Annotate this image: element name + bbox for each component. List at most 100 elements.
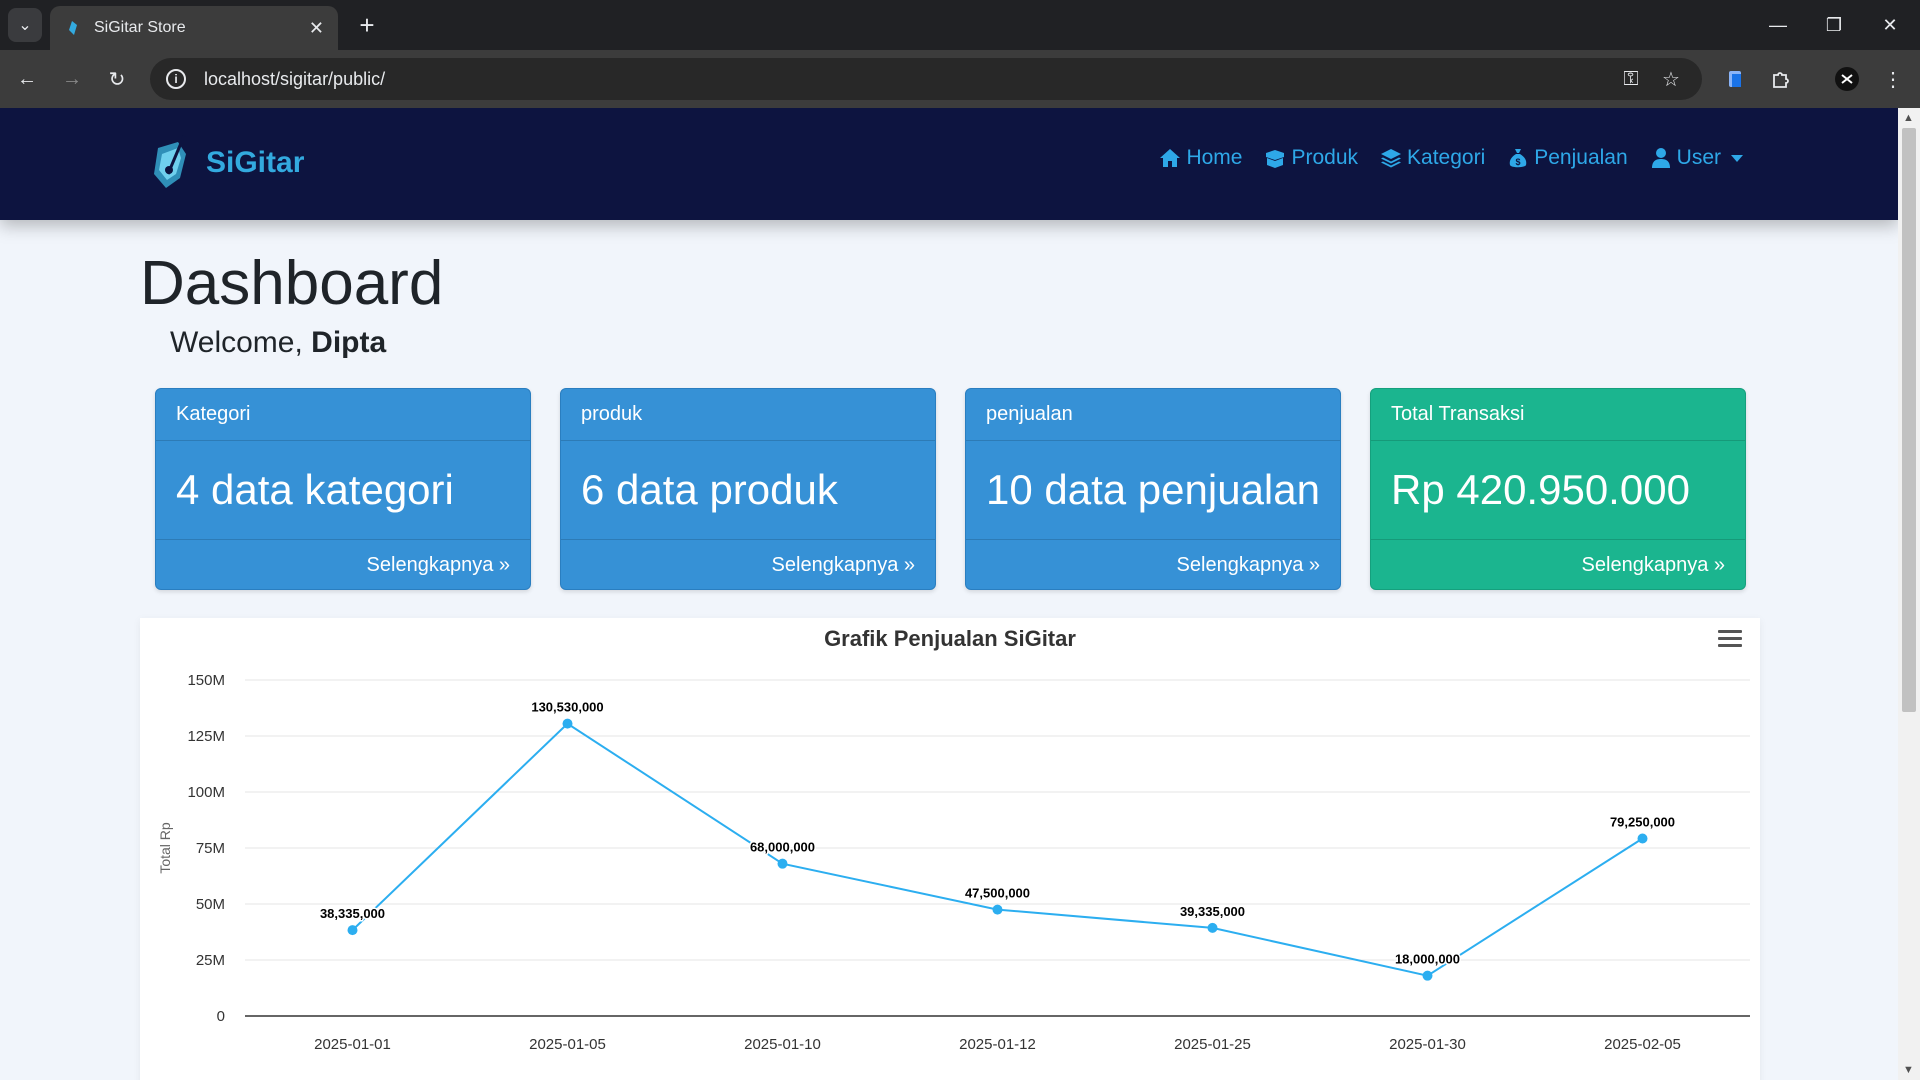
chart-title: Grafik Penjualan SiGitar [824,626,1076,651]
data-label: 79,250,000 [1610,814,1675,829]
x-tick-label: 2025-01-10 [744,1036,821,1053]
data-label: 47,500,000 [965,886,1030,901]
new-tab-button[interactable]: + [352,10,382,40]
scroll-up-arrow-icon[interactable]: ▲ [1903,112,1914,124]
x-tick-label: 2025-01-01 [314,1036,391,1053]
scrollbar-thumb[interactable] [1902,128,1916,712]
nav-item-label: Penjualan [1534,146,1628,169]
star-icon[interactable]: ☆ [1658,66,1684,92]
browser-tab[interactable]: SiGitar Store ✕ [50,6,338,50]
data-point [347,925,358,936]
card-total-transaksi: Total Transaksi Rp 420.950.000 Selengkap… [1370,388,1746,590]
site-info-icon[interactable]: i [166,69,186,89]
welcome-message: Welcome, Dipta [170,326,386,360]
close-tab-icon[interactable]: ✕ [309,18,324,39]
data-label: 39,335,000 [1180,904,1245,919]
user-icon [1651,148,1670,168]
card-penjualan: penjualan 10 data penjualan Selengkapnya… [965,388,1341,590]
card-more-link[interactable]: Selengkapnya » [1582,554,1725,577]
card-value: 10 data penjualan [986,466,1320,513]
chart-menu-icon[interactable] [1718,630,1742,650]
brand-name: SiGitar [206,146,305,179]
chevron-down-icon: ⌄ [18,17,32,34]
scroll-down-arrow-icon[interactable]: ▼ [1903,1064,1914,1076]
nav-item-label: Kategori [1407,146,1486,169]
nav-item-kategori[interactable]: Kategori [1380,146,1485,170]
card-value: Rp 420.950.000 [1391,466,1690,513]
data-point [777,858,788,869]
nav-menu: Home Produk Kategori $ Penjualan User [1137,146,1743,170]
series-line [351,722,1644,977]
x-tick-label: 2025-01-05 [529,1036,606,1053]
reload-icon: ↻ [108,68,126,91]
card-kategori: Kategori 4 data kategori Selengkapnya » [155,388,531,590]
back-arrow-icon: ← [17,67,37,90]
puzzle-icon[interactable] [1764,62,1798,96]
data-point [1637,833,1648,844]
nav-item-user-dropdown[interactable]: User [1650,146,1743,170]
favicon-icon [64,20,80,36]
y-tick-label: 150M [187,672,225,689]
data-label: 38,335,000 [320,906,385,921]
card-header: Kategori [156,389,530,441]
y-tick-label: 100M [187,784,225,801]
data-point [992,904,1003,915]
page-scrollbar[interactable]: ▲ ▼ [1898,108,1920,1080]
data-point [1207,922,1218,933]
url-text: localhost/sigitar/public/ [204,68,386,89]
minimize-button[interactable]: — [1750,0,1806,50]
data-label: 68,000,000 [750,840,815,855]
page-viewport: SiGitar Home Produk Kategori $ Penjualan… [0,108,1898,1080]
money-bag-icon: $ [1509,149,1527,168]
y-tick-label: 75M [196,840,225,857]
x-tick-label: 2025-01-30 [1389,1036,1466,1053]
card-header: Total Transaksi [1371,389,1745,441]
tab-title: SiGitar Store [94,19,186,36]
box-icon [1266,150,1285,168]
card-header: penjualan [966,389,1340,441]
restore-button[interactable]: ❐ [1806,0,1862,50]
nav-item-label: Home [1186,146,1243,169]
reload-button[interactable]: ↻ [100,62,134,96]
close-window-button[interactable]: ✕ [1862,0,1918,50]
card-more-link[interactable]: Selengkapnya » [772,554,915,577]
brand[interactable]: SiGitar [148,134,304,192]
extension-app-icon[interactable] [1718,62,1752,96]
welcome-user-name: Dipta [311,326,387,359]
nav-item-produk[interactable]: Produk [1264,146,1358,170]
nav-item-home[interactable]: Home [1159,146,1242,170]
nav-item-penjualan[interactable]: $ Penjualan [1507,146,1628,170]
x-tick-label: 2025-01-12 [959,1036,1036,1053]
card-header: produk [561,389,935,441]
key-icon[interactable]: ⚿ [1618,66,1644,92]
card-value: 4 data kategori [176,466,454,513]
back-button[interactable]: ← [10,62,44,96]
forward-arrow-icon: → [62,67,82,90]
svg-text:$: $ [1516,157,1521,167]
x-tick-label: 2025-01-25 [1174,1036,1251,1053]
data-label: 130,530,000 [531,700,603,715]
y-tick-label: 125M [187,728,225,745]
browser-menu-icon[interactable]: ⋮ [1876,62,1910,96]
guitar-logo-icon [154,135,186,188]
nav-item-label: User [1676,146,1721,169]
card-more-link[interactable]: Selengkapnya » [1177,554,1320,577]
welcome-prefix: Welcome, [170,326,303,359]
browser-toolbar: ← → ↻ i localhost/sigitar/public/ ⚿ ☆ ⋮ [0,50,1920,108]
data-label: 18,000,000 [1395,952,1460,967]
home-icon [1160,149,1181,167]
profile-avatar-icon[interactable] [1830,62,1864,96]
address-bar[interactable]: i localhost/sigitar/public/ ⚿ ☆ [150,58,1702,100]
browser-tab-bar: ⌄ SiGitar Store ✕ + — ❐ ✕ [0,0,1920,50]
sales-chart: 0 25M 50M 75M 100M 125M 150M Total Rp 2025-01-01… [157,672,1750,1053]
forward-button[interactable]: → [55,62,89,96]
caret-down-icon [1731,154,1743,162]
layers-icon [1381,149,1402,168]
data-point [1422,970,1433,981]
y-tick-label: 50M [196,896,225,913]
sales-chart-card: 0 25M 50M 75M 100M 125M 150M Total Rp 2025-01-01… [140,618,1760,1080]
x-tick-label: 2025-02-05 [1604,1036,1681,1053]
y-tick-label: 25M [196,952,225,969]
card-more-link[interactable]: Selengkapnya » [367,554,510,577]
tab-list-button[interactable]: ⌄ [8,8,42,42]
